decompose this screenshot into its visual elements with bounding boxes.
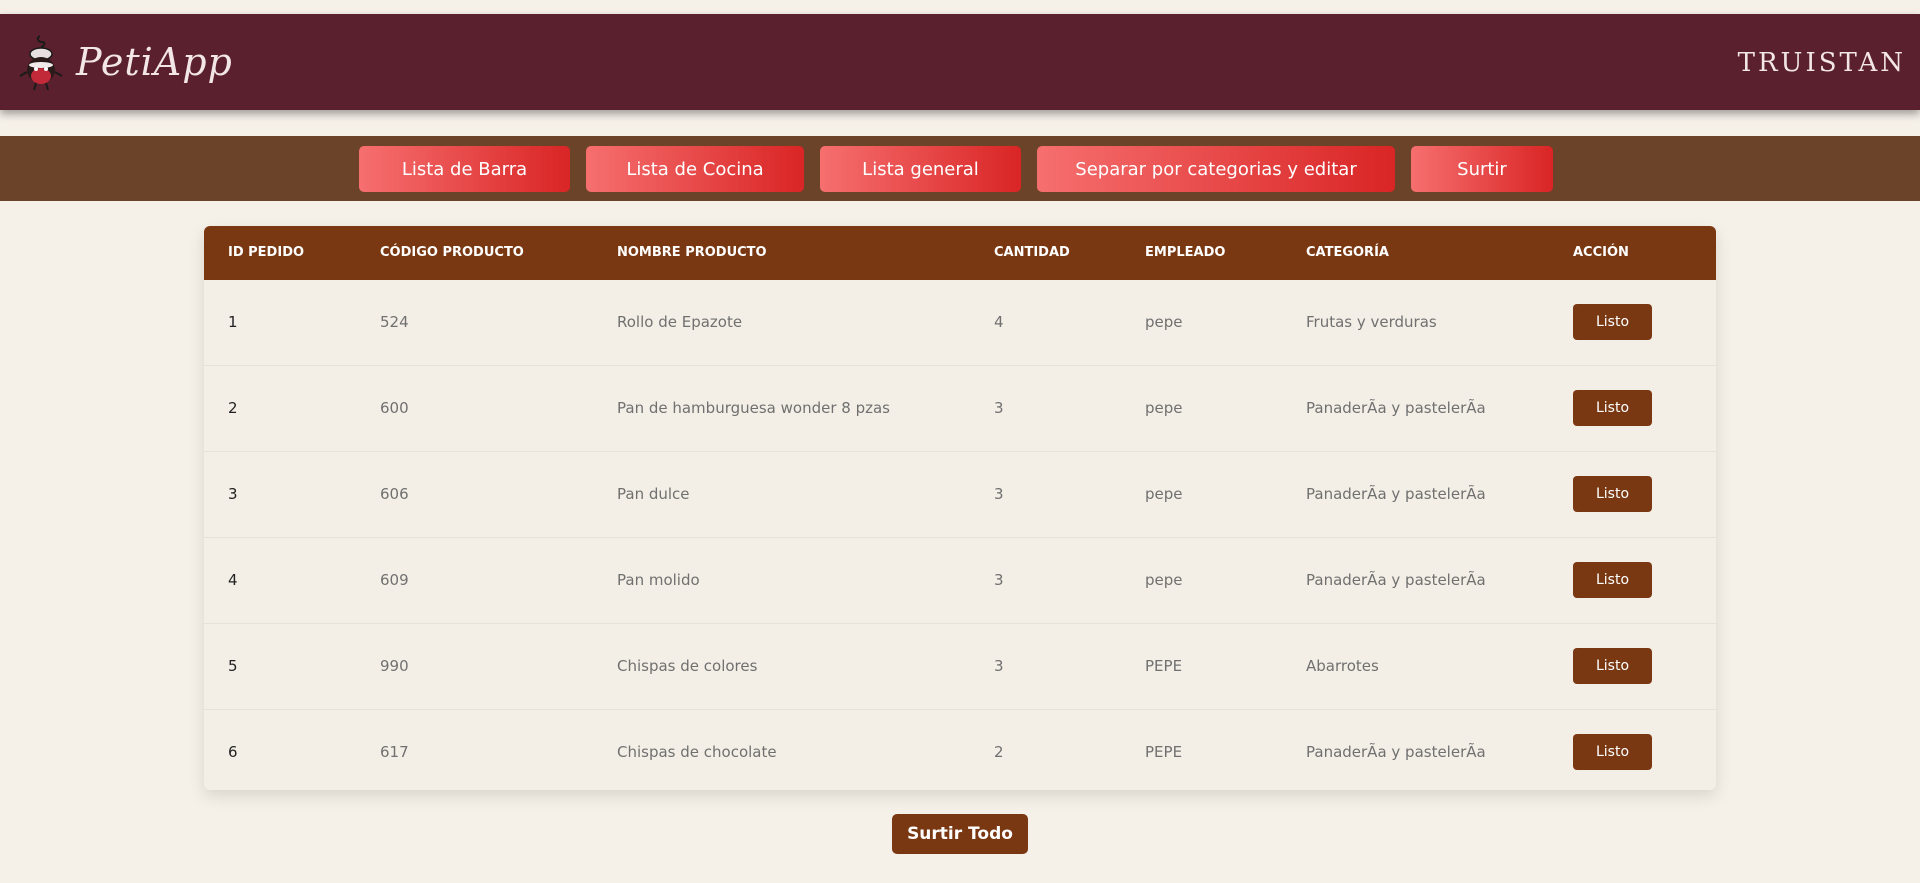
listo-button[interactable]: Listo [1573,304,1652,340]
cell-cantidad: 4 [994,313,1004,331]
lista-barra-button[interactable]: Lista de Barra [359,146,570,192]
cell-codigo: 990 [380,657,409,675]
cell-codigo: 524 [380,313,409,331]
separar-categorias-button[interactable]: Separar por categorias y editar [1037,146,1395,192]
cell-empleado: PEPE [1145,743,1183,761]
table-row: 2 600 Pan de hamburguesa wonder 8 pzas 3… [204,366,1716,452]
cell-empleado: pepe [1145,313,1183,331]
cell-cantidad: 3 [994,485,1004,503]
cell-categoria: PanaderÃa y pastelerÃa [1306,485,1486,503]
column-header-id: ID PEDIDO [228,245,305,260]
table-header: ID PEDIDO CÓDIGO PRODUCTO NOMBRE PRODUCT… [204,226,1716,280]
listo-button[interactable]: Listo [1573,476,1652,512]
column-header-cantidad: CANTIDAD [994,245,1070,260]
cell-categoria: PanaderÃa y pastelerÃa [1306,399,1486,417]
cell-codigo: 617 [380,743,409,761]
cell-codigo: 606 [380,485,409,503]
listo-button[interactable]: Listo [1573,648,1652,684]
app-logo-text: PetiApp [76,40,233,84]
cell-id: 5 [228,657,238,675]
app-header: PetiApp TRUISTAN [0,14,1920,110]
cell-codigo: 609 [380,571,409,589]
cell-id: 1 [228,313,238,331]
table-row: 3 606 Pan dulce 3 pepe PanaderÃa y paste… [204,452,1716,538]
cell-cantidad: 3 [994,571,1004,589]
cell-cantidad: 3 [994,657,1004,675]
cell-nombre: Pan de hamburguesa wonder 8 pzas [617,399,890,417]
table-row: 6 617 Chispas de chocolate 2 PEPE Panade… [204,710,1716,790]
column-header-nombre: NOMBRE PRODUCTO [617,245,767,260]
cell-id: 6 [228,743,238,761]
lista-general-button[interactable]: Lista general [820,146,1021,192]
column-header-categoria: CATEGORÍA [1306,245,1389,260]
nav-bar: Lista de Barra Lista de Cocina Lista gen… [0,136,1920,201]
table-row: 1 524 Rollo de Epazote 4 pepe Frutas y v… [204,280,1716,366]
cell-categoria: Frutas y verduras [1306,313,1437,331]
column-header-empleado: EMPLEADO [1145,245,1226,260]
cell-codigo: 600 [380,399,409,417]
cell-empleado: pepe [1145,485,1183,503]
surtir-todo-button[interactable]: Surtir Todo [892,814,1028,854]
table-row: 5 990 Chispas de colores 3 PEPE Abarrote… [204,624,1716,710]
cell-empleado: pepe [1145,399,1183,417]
cell-nombre: Chispas de colores [617,657,758,675]
lista-cocina-button[interactable]: Lista de Cocina [586,146,804,192]
cell-cantidad: 3 [994,399,1004,417]
column-header-codigo: CÓDIGO PRODUCTO [380,245,524,260]
cell-categoria: PanaderÃa y pastelerÃa [1306,743,1486,761]
top-strip [0,0,1920,14]
orders-table: ID PEDIDO CÓDIGO PRODUCTO NOMBRE PRODUCT… [204,226,1716,790]
listo-button[interactable]: Listo [1573,734,1652,770]
cell-id: 2 [228,399,238,417]
cell-id: 3 [228,485,238,503]
cell-id: 4 [228,571,238,589]
cell-empleado: pepe [1145,571,1183,589]
chef-character-icon [19,35,63,91]
listo-button[interactable]: Listo [1573,390,1652,426]
cell-empleado: PEPE [1145,657,1183,675]
cell-nombre: Rollo de Epazote [617,313,743,331]
cell-categoria: PanaderÃa y pastelerÃa [1306,571,1486,589]
column-header-accion: ACCIÓN [1573,245,1629,260]
cell-cantidad: 2 [994,743,1004,761]
cell-nombre: Chispas de chocolate [617,743,777,761]
cell-nombre: Pan molido [617,571,700,589]
cell-nombre: Pan dulce [617,485,690,503]
user-name: TRUISTAN [1737,48,1906,78]
listo-button[interactable]: Listo [1573,562,1652,598]
cell-categoria: Abarrotes [1306,657,1379,675]
table-row: 4 609 Pan molido 3 pepe PanaderÃa y past… [204,538,1716,624]
surtir-button[interactable]: Surtir [1411,146,1553,192]
